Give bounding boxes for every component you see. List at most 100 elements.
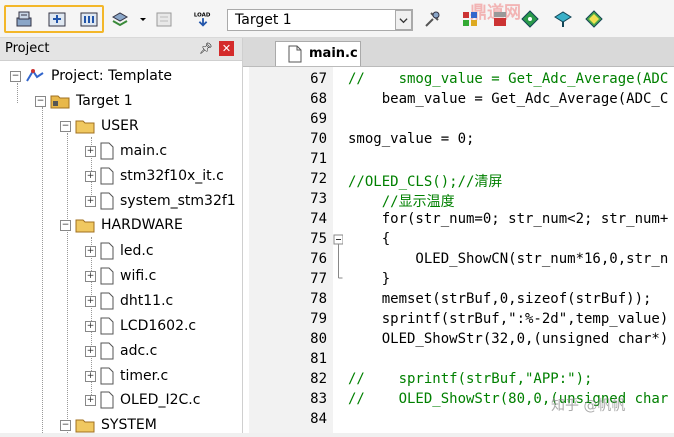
tree-file[interactable]: + main.c	[85, 139, 167, 163]
collapse-icon[interactable]: −	[60, 219, 71, 231]
expand-icon[interactable]: +	[85, 295, 96, 307]
code-line: smog_value = 0;	[348, 131, 475, 147]
collapse-icon[interactable]: −	[60, 120, 71, 132]
toolbar: LOAD Target 1 鼎道网	[0, 0, 674, 38]
project-panel-title: Project	[5, 41, 50, 56]
tree-file-label: system_stm32f1	[120, 193, 236, 209]
expand-icon[interactable]: +	[85, 394, 96, 406]
target-folder-icon	[50, 95, 70, 109]
tree-file[interactable]: + dht11.c	[85, 289, 173, 313]
expand-icon[interactable]: +	[85, 270, 96, 282]
expand-icon[interactable]: +	[85, 170, 96, 182]
download-icon[interactable]: LOAD	[193, 9, 215, 29]
tree-root-label: Project: Template	[51, 68, 172, 84]
run-icon[interactable]	[584, 9, 604, 29]
collapse-icon[interactable]: −	[10, 70, 21, 82]
file-icon	[100, 342, 114, 360]
expand-icon[interactable]: +	[85, 245, 96, 257]
code-line: }	[348, 271, 391, 287]
pack-installer-icon[interactable]	[520, 9, 540, 29]
line-number: 82	[310, 371, 327, 387]
line-number: 81	[310, 351, 327, 367]
code-line: memset(strBuf,0,sizeof(strBuf));	[348, 291, 652, 307]
line-number: 72	[310, 171, 327, 187]
build-icon[interactable]	[47, 9, 67, 29]
target-select[interactable]: Target 1	[227, 9, 413, 31]
collapse-icon[interactable]: −	[35, 95, 46, 107]
manage-project-icon[interactable]	[460, 9, 480, 29]
line-number: 84	[310, 411, 327, 427]
tree-group[interactable]: − SYSTEM	[60, 413, 157, 437]
rebuild-icon[interactable]	[79, 9, 99, 29]
expand-icon[interactable]: +	[85, 145, 96, 157]
code-line: sprintf(strBuf,":%-2d",temp_value)	[348, 311, 669, 327]
tree-line	[42, 107, 43, 433]
tree-target[interactable]: − Target 1	[35, 89, 133, 113]
components-icon[interactable]	[490, 9, 510, 29]
line-number: 75	[310, 231, 327, 247]
batch-build-icon[interactable]	[110, 9, 130, 29]
code-line: //OLED_CLS();//清屏	[348, 174, 503, 190]
tab-label: main.c	[309, 46, 358, 61]
code-line: {	[348, 231, 391, 247]
tree-file[interactable]: + adc.c	[85, 339, 157, 363]
chevron-down-icon[interactable]	[133, 9, 146, 29]
file-icon	[100, 367, 114, 385]
fold-margin	[333, 234, 343, 279]
file-icon	[100, 267, 114, 285]
file-icon	[100, 317, 114, 335]
code-line: OLED_ShowCN(str_num*16,0,str_n	[348, 251, 669, 267]
tree-group[interactable]: − HARDWARE	[60, 213, 183, 237]
target-select-value: Target 1	[235, 12, 292, 28]
stop-build-icon[interactable]	[154, 9, 174, 29]
code-line: // smog_value = Get_Adc_Average(ADC	[348, 71, 669, 87]
tree-file[interactable]: + led.c	[85, 239, 154, 263]
file-icon	[100, 192, 114, 210]
tree-file[interactable]: + LCD1602.c	[85, 314, 196, 338]
pin-icon[interactable]: 📌︎	[199, 42, 213, 55]
tab-main-c[interactable]: main.c	[275, 41, 361, 66]
code-line: beam_value = Get_Adc_Average(ADC_C	[348, 91, 669, 107]
folder-icon	[75, 219, 95, 233]
file-icon	[100, 391, 114, 409]
line-number: 80	[310, 331, 327, 347]
tree-root[interactable]: − Project: Template	[10, 64, 172, 88]
line-number: 73	[310, 191, 327, 207]
close-icon[interactable]: ✕	[219, 41, 234, 56]
folder-icon	[75, 120, 95, 134]
file-icon	[100, 242, 114, 260]
line-number: 78	[310, 291, 327, 307]
expand-icon[interactable]: +	[85, 345, 96, 357]
tree-file[interactable]: + system_stm32f1	[85, 189, 236, 213]
tree-file[interactable]: + OLED_I2C.c	[85, 388, 200, 412]
select-software-icon[interactable]	[553, 9, 573, 29]
tree-target-label: Target 1	[76, 93, 133, 109]
tree-file[interactable]: + stm32f10x_it.c	[85, 164, 224, 188]
line-number: 74	[310, 211, 327, 227]
options-icon[interactable]	[422, 9, 442, 29]
file-icon	[100, 167, 114, 185]
project-panel-header: Project 📌︎ ✕	[0, 38, 242, 61]
code-line: //显示温度	[348, 194, 455, 210]
tree-file[interactable]: + wifi.c	[85, 264, 156, 288]
code-line: OLED_ShowStr(32,0,(unsigned char*)	[348, 331, 669, 347]
tree-file-label: led.c	[120, 243, 154, 259]
line-number: 79	[310, 311, 327, 327]
expand-icon[interactable]: +	[85, 370, 96, 382]
expand-icon[interactable]: +	[85, 320, 96, 332]
project-icon	[26, 69, 44, 82]
code-line: // sprintf(strBuf,"APP:");	[348, 371, 593, 387]
tree-file-label: main.c	[120, 143, 168, 159]
tree-file-label: OLED_I2C.c	[120, 392, 201, 408]
tree-file[interactable]: + timer.c	[85, 364, 168, 388]
translate-icon[interactable]	[14, 9, 34, 29]
tree-group[interactable]: − USER	[60, 114, 139, 138]
collapse-icon[interactable]: −	[60, 419, 71, 431]
expand-icon[interactable]: +	[85, 195, 96, 207]
tree-file-label: LCD1602.c	[120, 318, 197, 334]
svg-text:LOAD: LOAD	[194, 12, 211, 18]
target-dropdown-button[interactable]	[395, 10, 412, 30]
editor-tabs: main.c	[243, 38, 674, 67]
tree-file-label: wifi.c	[120, 268, 157, 284]
code-editor[interactable]: 67 // smog_value = Get_Adc_Average(ADC 6…	[243, 67, 674, 433]
